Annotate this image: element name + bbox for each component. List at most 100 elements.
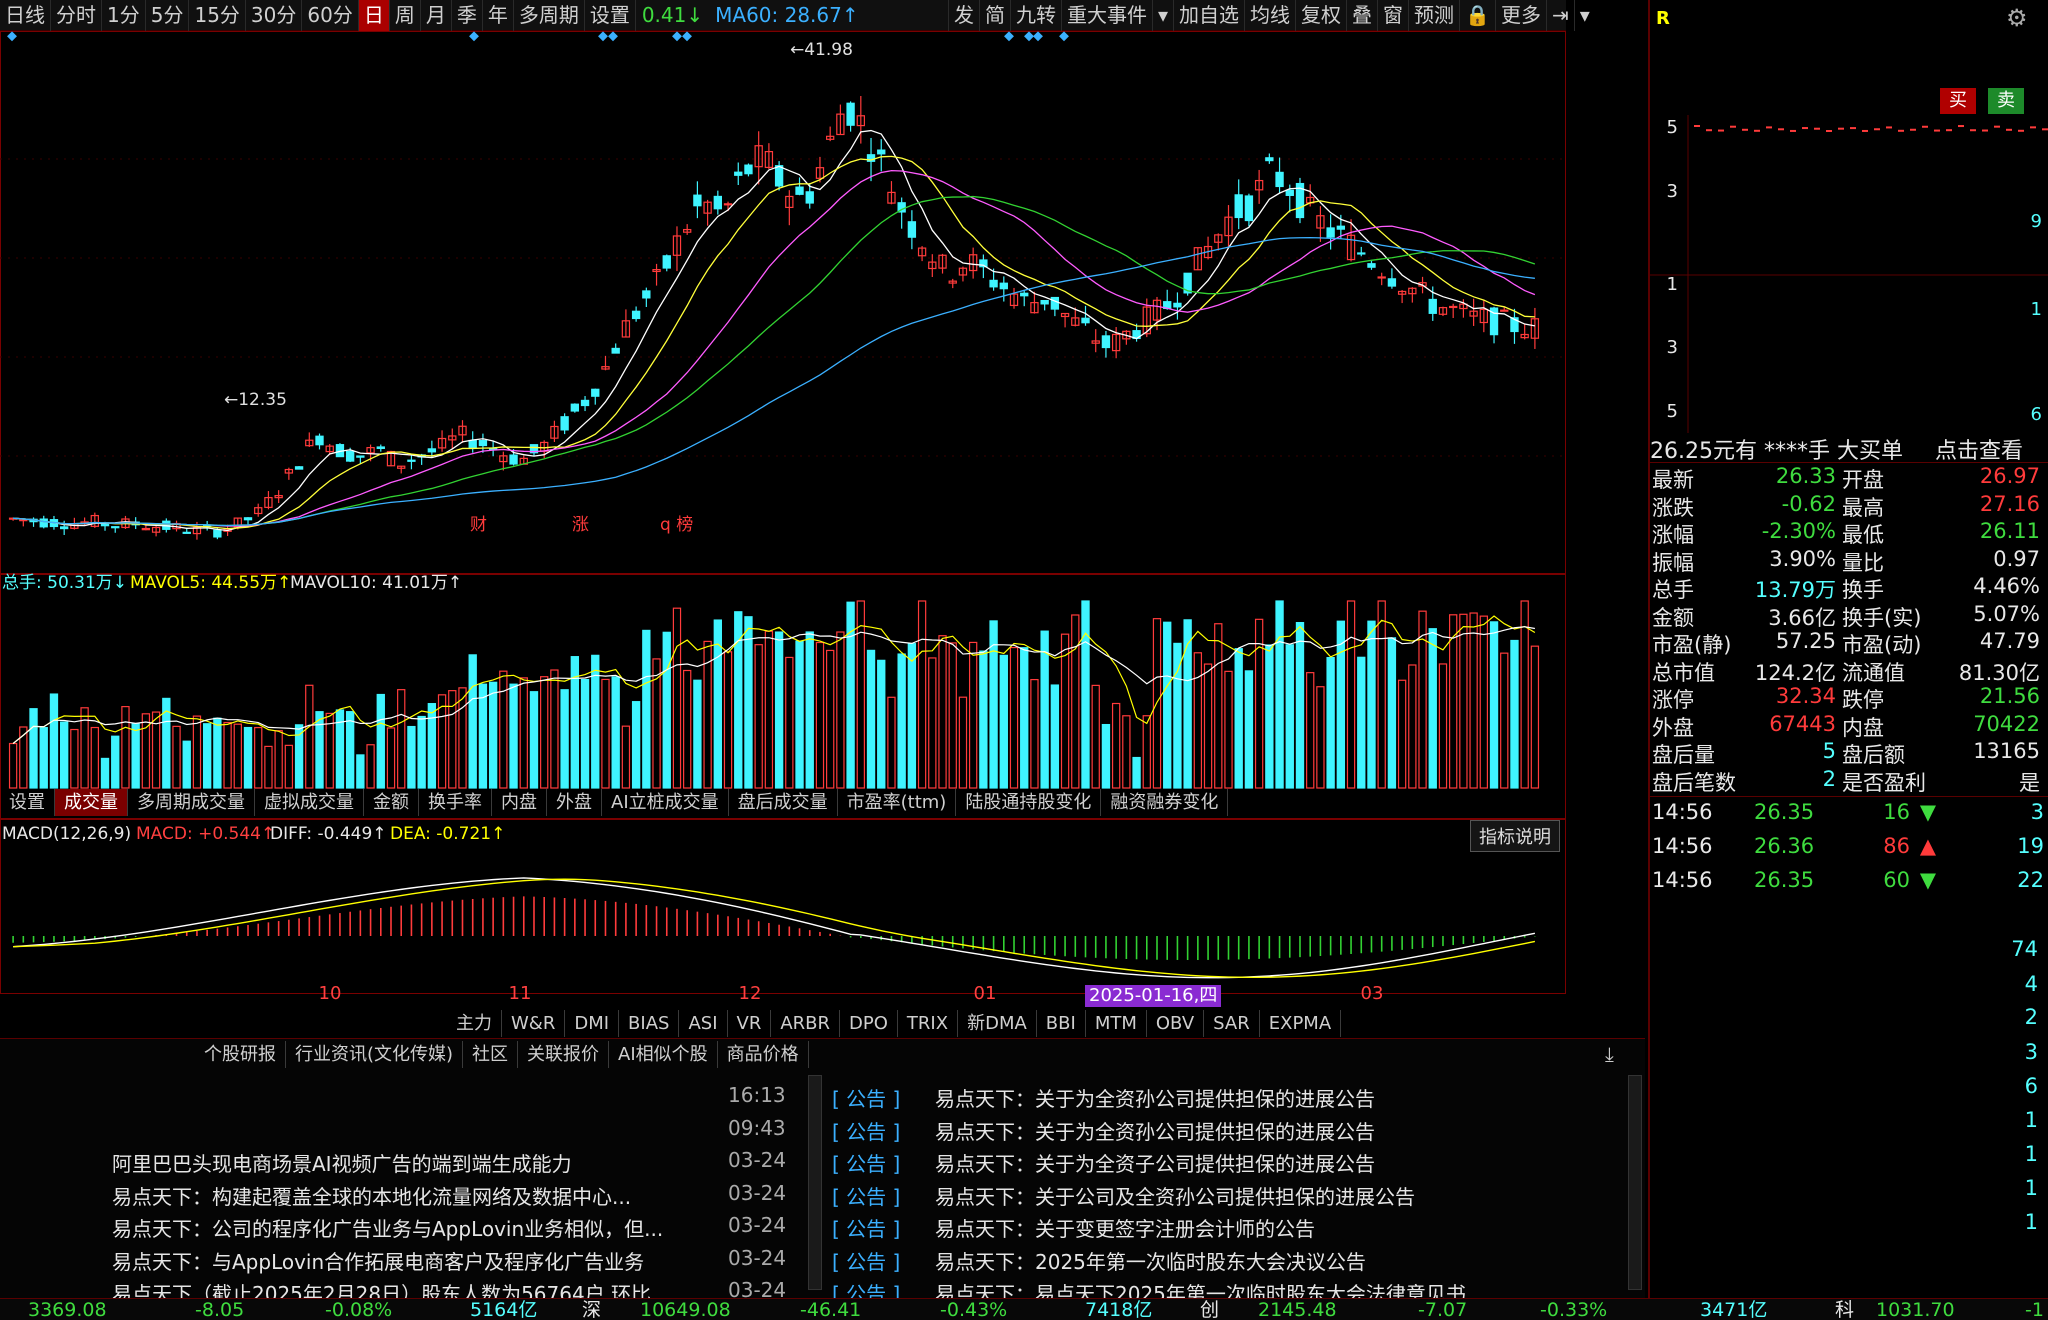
sub-indicator-tab[interactable]: ASI	[679, 1010, 728, 1037]
period-tab[interactable]: 15分	[189, 0, 246, 31]
indicator-tab[interactable]: 盘后成交量	[729, 789, 838, 816]
period-tab[interactable]: 月	[421, 0, 452, 31]
sub-indicator-tab[interactable]: W&R	[502, 1010, 566, 1037]
news-tag[interactable]: [ 公告 ]	[832, 1116, 900, 1145]
indicator-tab[interactable]: 融资融券变化	[1101, 789, 1229, 816]
bottom-tab[interactable]: 行业资讯(文化传媒)	[286, 1041, 464, 1068]
volume-bar	[366, 744, 375, 789]
candle-body	[509, 454, 518, 465]
period-tab[interactable]: 60分	[302, 0, 359, 31]
period-tab[interactable]: 1分	[102, 0, 146, 31]
news-scrollbar[interactable]	[808, 1075, 822, 1290]
indicator-tab[interactable]: 金额	[364, 789, 419, 816]
volume-bar	[172, 725, 181, 789]
news-title[interactable]: 易点天下：关于为全资孙公司提供担保的进展公告	[935, 1083, 1375, 1112]
sub-indicator-tab[interactable]: BIAS	[619, 1010, 680, 1037]
bottom-tab[interactable]: 商品价格	[718, 1041, 809, 1068]
sub-indicator-tab[interactable]: SAR	[1204, 1010, 1260, 1037]
buy-button[interactable]: 买	[1940, 88, 1976, 114]
big-order-link[interactable]: 点击查看	[1935, 433, 2023, 465]
toolbar-button[interactable]: ⇥	[1545, 0, 1574, 31]
sell-button[interactable]: 卖	[1988, 88, 2024, 114]
news-title[interactable]: 易点天下：与AppLovin合作拓展电商客户及程序化广告业务	[112, 1246, 644, 1275]
period-tab[interactable]: 30分	[246, 0, 303, 31]
bottom-tab[interactable]: 社区	[463, 1041, 519, 1068]
toolbar-button[interactable]: 均线	[1244, 0, 1295, 31]
toolbar-button[interactable]: 复权	[1295, 0, 1346, 31]
quote-label: 盘后量	[1652, 743, 1715, 767]
indicator-tab[interactable]: 虚拟成交量	[255, 789, 364, 816]
indicator-tab[interactable]: 市盈率(ttm)	[838, 789, 957, 816]
volume-bar	[836, 631, 845, 789]
download-icon[interactable]: ⤓	[1605, 1042, 1614, 1066]
news-tag[interactable]: [ 公告 ]	[832, 1181, 900, 1210]
toolbar-button[interactable]: 🔒	[1459, 0, 1495, 31]
sub-indicator-tab[interactable]: VR	[728, 1010, 772, 1037]
toolbar-button[interactable]: 简	[979, 0, 1010, 31]
period-tab[interactable]: 多周期	[514, 0, 585, 31]
sub-indicator-tab[interactable]: BBI	[1037, 1010, 1086, 1037]
indicator-help-button[interactable]: 指标说明	[1470, 820, 1560, 852]
news-title[interactable]: 易点天下：关于为全资子公司提供担保的进展公告	[935, 1148, 1375, 1177]
volume-bar	[928, 657, 937, 789]
period-tab[interactable]: 季	[452, 0, 483, 31]
news-date: 03-24	[728, 1148, 787, 1172]
toolbar-button[interactable]: 九转	[1010, 0, 1061, 31]
news-title[interactable]: 易点天下：关于变更签字注册会计师的公告	[935, 1213, 1315, 1242]
toolbar-button[interactable]: ▾	[1152, 0, 1173, 31]
toolbar-button[interactable]: 叠	[1346, 0, 1377, 31]
sub-indicator-tab[interactable]: 新DMA	[958, 1010, 1037, 1037]
news-title[interactable]: 阿里巴巴头现电商场景AI视频广告的端到端生成能力	[112, 1148, 572, 1177]
sub-indicator-tab[interactable]: DPO	[840, 1010, 898, 1037]
indicator-tab[interactable]: 设置	[0, 789, 55, 816]
period-tab[interactable]: 日	[358, 0, 390, 31]
volume-bar	[1387, 637, 1397, 789]
toolbar-button[interactable]: 重大事件	[1061, 0, 1152, 31]
sub-indicator-tab[interactable]: MTM	[1086, 1010, 1147, 1037]
news-tag[interactable]: [ 公告 ]	[832, 1083, 900, 1112]
news-title[interactable]: 易点天下：构建起覆盖全球的本地化流量网络及数据中心...	[112, 1181, 631, 1210]
orderbook-dot	[1814, 127, 1820, 130]
toolbar-button[interactable]: 窗	[1377, 0, 1408, 31]
gear-icon[interactable]: ⚙	[2006, 4, 2028, 32]
toolbar-button[interactable]: 发	[948, 0, 979, 31]
indicator-tab[interactable]: 陆股通持股变化	[956, 789, 1102, 816]
period-tab[interactable]: 5分	[146, 0, 190, 31]
bottom-tab[interactable]: 个股研报	[195, 1041, 286, 1068]
toolbar-button[interactable]: 更多	[1494, 0, 1546, 31]
period-tab[interactable]: 分时	[51, 0, 102, 31]
sub-indicator-tab[interactable]: EXPMA	[1260, 1010, 1342, 1037]
indicator-tab[interactable]: 外盘	[547, 789, 602, 816]
news-tag[interactable]: [ 公告 ]	[832, 1246, 900, 1275]
indicator-tab[interactable]: 换手率	[419, 789, 492, 816]
bottom-tab[interactable]: AI相似个股	[609, 1041, 718, 1068]
news-title[interactable]: 易点天下：2025年第一次临时股东大会决议公告	[935, 1246, 1366, 1275]
news-scrollbar-right[interactable]	[1628, 1075, 1642, 1290]
indicator-tab[interactable]: 成交量	[55, 789, 128, 816]
indicator-tab[interactable]: 多周期成交量	[128, 789, 255, 816]
orderbook-tick: 3	[1667, 337, 1678, 358]
news-tag[interactable]: [ 公告 ]	[832, 1213, 900, 1242]
period-tab[interactable]: 设置	[585, 0, 636, 31]
period-tab[interactable]: 年	[483, 0, 514, 31]
news-title[interactable]: 易点天下：关于为全资孙公司提供担保的进展公告	[935, 1116, 1375, 1145]
period-tab[interactable]: 日线	[0, 0, 51, 31]
sub-indicator-tab[interactable]: 主力	[447, 1010, 502, 1037]
toolbar-button[interactable]: 预测	[1408, 0, 1459, 31]
sub-indicator-tab[interactable]: TRIX	[898, 1010, 959, 1037]
toolbar-button[interactable]: ▾	[1573, 0, 1595, 31]
bottom-tab[interactable]: 关联报价	[518, 1041, 610, 1068]
period-tab[interactable]: 周	[390, 0, 421, 31]
volume-bar	[968, 641, 978, 789]
indicator-tab[interactable]: 内盘	[492, 789, 547, 816]
toolbar-button[interactable]: 加自选	[1173, 0, 1244, 31]
volume-bar	[458, 687, 467, 789]
news-title[interactable]: 易点天下：关于公司及全资孙公司提供担保的进展公告	[935, 1181, 1415, 1210]
sub-indicator-tab[interactable]: DMI	[565, 1010, 620, 1037]
news-tag[interactable]: [ 公告 ]	[832, 1148, 900, 1177]
news-title[interactable]: 易点天下：公司的程序化广告业务与AppLovin业务相似，但...	[112, 1213, 663, 1242]
indicator-tab[interactable]: AI立桩成交量	[602, 789, 729, 816]
sub-indicator-tab[interactable]: OBV	[1147, 1010, 1205, 1037]
volume-bar	[1091, 684, 1100, 789]
sub-indicator-tab[interactable]: ARBR	[771, 1010, 841, 1037]
